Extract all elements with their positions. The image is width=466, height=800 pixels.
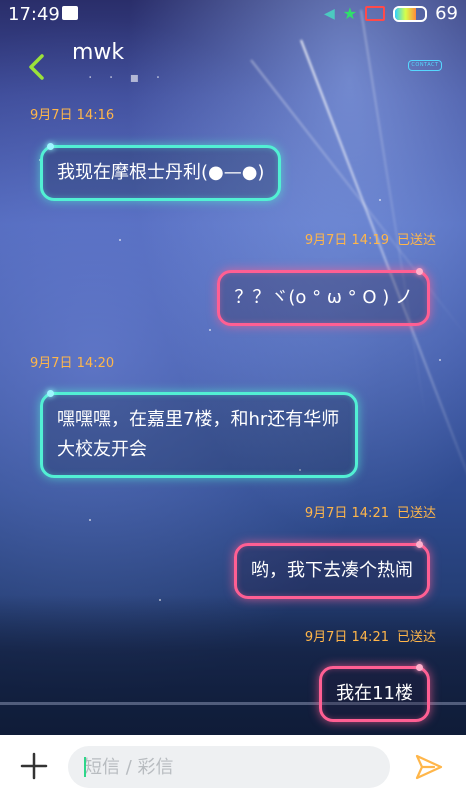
text-caret: [84, 757, 86, 777]
timestamp-text: 9月7日 14:20: [30, 356, 115, 371]
timestamp-text: 9月7日 14:16: [30, 108, 115, 123]
send-button[interactable]: [414, 753, 444, 781]
message-timestamp: 9月7日 14:20: [30, 352, 114, 371]
message-text: 嘿嘿嘿，在嘉里7楼，和hr还有华师大校友开会: [57, 409, 340, 460]
plus-icon: [20, 752, 48, 780]
incoming-message-bubble[interactable]: 我现在摩根士丹利(●—●): [40, 143, 282, 201]
contact-number: · · ▪ ·: [88, 70, 167, 86]
message-timestamp: 9月7日 14:21 已送达: [305, 626, 436, 645]
mute-icon: ◀: [323, 5, 335, 22]
timestamp-text: 9月7日 14:19: [304, 233, 389, 248]
message-timestamp: 9月7日 14:16: [30, 104, 114, 123]
wifi-icon: ★: [342, 4, 358, 23]
timestamp-text: 9月7日 14:21: [304, 630, 389, 645]
message-text: 我在11楼: [336, 683, 413, 704]
delivery-status: 已送达: [396, 506, 436, 521]
message-text: 哟，我下去凑个热闹: [251, 560, 413, 581]
message-input[interactable]: [68, 746, 390, 788]
timestamp-text: 9月7日 14:21: [304, 506, 389, 521]
chevron-left-icon: [29, 54, 44, 80]
screen-cast-icon: [365, 6, 386, 21]
send-icon: [415, 754, 443, 780]
compose-bar: [0, 735, 466, 800]
back-button[interactable]: [24, 52, 50, 82]
battery-percent: 69: [435, 3, 458, 24]
outgoing-message-bubble[interactable]: ？？ヾ(o ° ω ° O ) ノ: [217, 268, 430, 326]
contact-name[interactable]: mwk: [72, 40, 124, 65]
notification-icon: [62, 6, 78, 20]
status-bar: 17:49 ◀ ★ 69: [0, 0, 466, 30]
message-timestamp: 9月7日 14:21 已送达: [305, 502, 436, 521]
delivery-status: 已送达: [396, 233, 436, 248]
message-timestamp: 9月7日 14:19 已送达: [305, 229, 436, 248]
message-text: 我现在摩根士丹利(●—●): [57, 162, 265, 183]
incoming-message-bubble[interactable]: 嘿嘿嘿，在嘉里7楼，和hr还有华师大校友开会: [40, 390, 358, 478]
contact-button[interactable]: CONTACT: [408, 60, 442, 71]
message-text: ？？ヾ(o ° ω ° O ) ノ: [234, 287, 413, 308]
outgoing-message-bubble[interactable]: 哟，我下去凑个热闹: [234, 541, 430, 599]
outgoing-message-bubble[interactable]: 我在11楼: [319, 664, 430, 722]
add-attachment-button[interactable]: [20, 752, 48, 780]
status-icons: ◀ ★ 69: [324, 3, 458, 24]
status-time: 17:49: [8, 4, 60, 25]
chat-screen: 17:49 ◀ ★ 69 mwk · · ▪ · CONTACT 9月7日 14…: [0, 0, 466, 800]
delivery-status: 已送达: [396, 630, 436, 645]
battery-icon: [393, 5, 428, 22]
